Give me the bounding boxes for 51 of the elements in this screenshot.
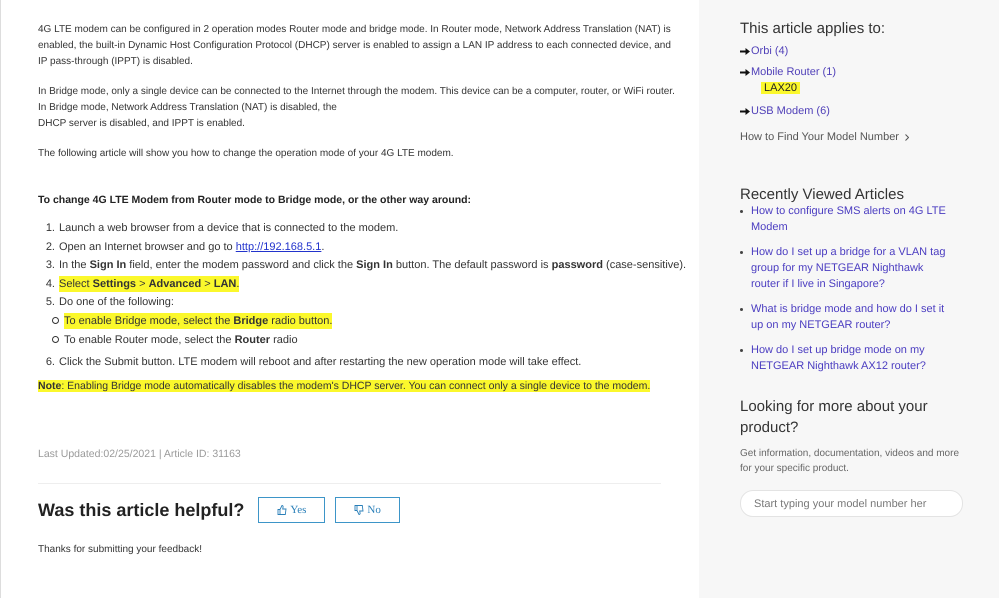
substep-text: To enable Bridge mode, select the Bridge radio button. — [64, 312, 332, 328]
bullet-icon — [740, 349, 743, 352]
step-number: 4. — [44, 276, 55, 292]
thumbs-up-icon — [277, 504, 288, 514]
section-description: Get information, documentation, videos and more for your specific product. — [740, 447, 960, 476]
arrow-icon — [740, 68, 750, 76]
step-number: 6. — [44, 354, 55, 370]
step-text: Click the Submit button. LTE modem will reboot and after restarting the new operation mode will take effect. — [59, 354, 582, 370]
bullet-icon — [740, 210, 743, 213]
step-number: 5. — [44, 295, 55, 310]
step-text: Do one of the following: — [59, 295, 174, 310]
article-paragraph: 4G LTE modem can be configured in 2 operation modes Router mode and bridge mode. In Router mode, Network Address Translation (NAT) is enabled, the built-in Dynamic Host Configuration Protocol (DHCP) server is enabled to assign a LAN IP address to each connected device, and IP pass-through (IPPT) is disabled. — [38, 23, 672, 69]
bullet-icon — [740, 308, 743, 311]
note-text: Note: Enabling Bridge mode automatically disables the modem's DHCP server. You can connect only a single device to the modem. — [38, 380, 650, 392]
step-text: In the Sign In field, enter the modem password and click the Sign In button. The default password is password (case-sensitive). — [59, 258, 686, 273]
step-number: 3. — [44, 258, 55, 273]
product-link[interactable]: Mobile Router (1) — [751, 66, 836, 78]
article-paragraph: The following article will show you how to change the operation mode of your 4G LTE modem. — [38, 147, 455, 161]
chevron-right-icon — [904, 134, 909, 140]
bullet-icon — [740, 251, 743, 254]
article-meta: Last Updated:02/25/2021 | Article ID: 31163 — [38, 446, 242, 462]
product-link[interactable]: USB Modem (6) — [751, 105, 830, 117]
step-number: 1. — [44, 221, 55, 236]
bullet-icon — [52, 317, 59, 324]
feedback-thanks: Thanks for submitting your feedback! — [38, 542, 203, 556]
model-number-link[interactable]: How to Find Your Model Number — [740, 131, 899, 143]
section-heading: Looking for more about your product? — [740, 397, 929, 438]
ip-address-link[interactable]: http://192.168.5.1 — [236, 240, 322, 252]
step-number: 2. — [44, 240, 55, 254]
article-link[interactable]: What is bridge mode and how do I set it up on my NETGEAR router? — [751, 301, 955, 333]
step-text: Select Settings > Advanced > LAN. — [59, 276, 240, 292]
arrow-icon — [740, 106, 750, 116]
article-link[interactable]: How to configure SMS alerts on 4G LTE Modem — [751, 203, 955, 235]
feedback-question: Was this article helpful? — [38, 502, 244, 518]
article-paragraph: In Bridge mode, only a single device can be connected to the Internet through the modem. This device can be a computer, router, or WiFi router. In Bridge mode, Network Address Translation (NAT) is disabled, the DHCP server is disabled, and IPPT is enabled. — [38, 85, 676, 131]
section-heading: Recently Viewed Articles — [740, 186, 905, 203]
feedback-button[interactable]: Yes — [258, 496, 326, 522]
model-search-field[interactable]: Start typing your model number her — [740, 490, 963, 517]
section-heading: This article applies to: — [740, 20, 886, 37]
feedback-button[interactable]: No — [335, 496, 400, 522]
thumbs-down-icon — [354, 504, 364, 514]
substep-text: To enable Router mode, select the Router radio — [64, 332, 298, 348]
article-link[interactable]: How do I set up a bridge for a VLAN tag group for my NETGEAR Nighthawk router if I live in Singapore? — [751, 244, 955, 292]
arrow-icon — [740, 46, 750, 56]
product-link[interactable]: Orbi (4) — [751, 45, 788, 57]
step-text: Launch a web browser from a device that is connected to the modem. — [59, 221, 398, 236]
bullet-icon — [52, 336, 59, 343]
article-link[interactable]: How do I set up bridge mode on my NETGEAR Nighthawk AX12 router? — [751, 342, 955, 374]
step-text: Open an Internet browser and go to http://192.168.5.1. — [59, 240, 324, 254]
procedure-heading: To change 4G LTE Modem from Router mode to Bridge mode, or the other way around: — [38, 193, 472, 208]
model-label: LAX20 — [761, 82, 800, 94]
